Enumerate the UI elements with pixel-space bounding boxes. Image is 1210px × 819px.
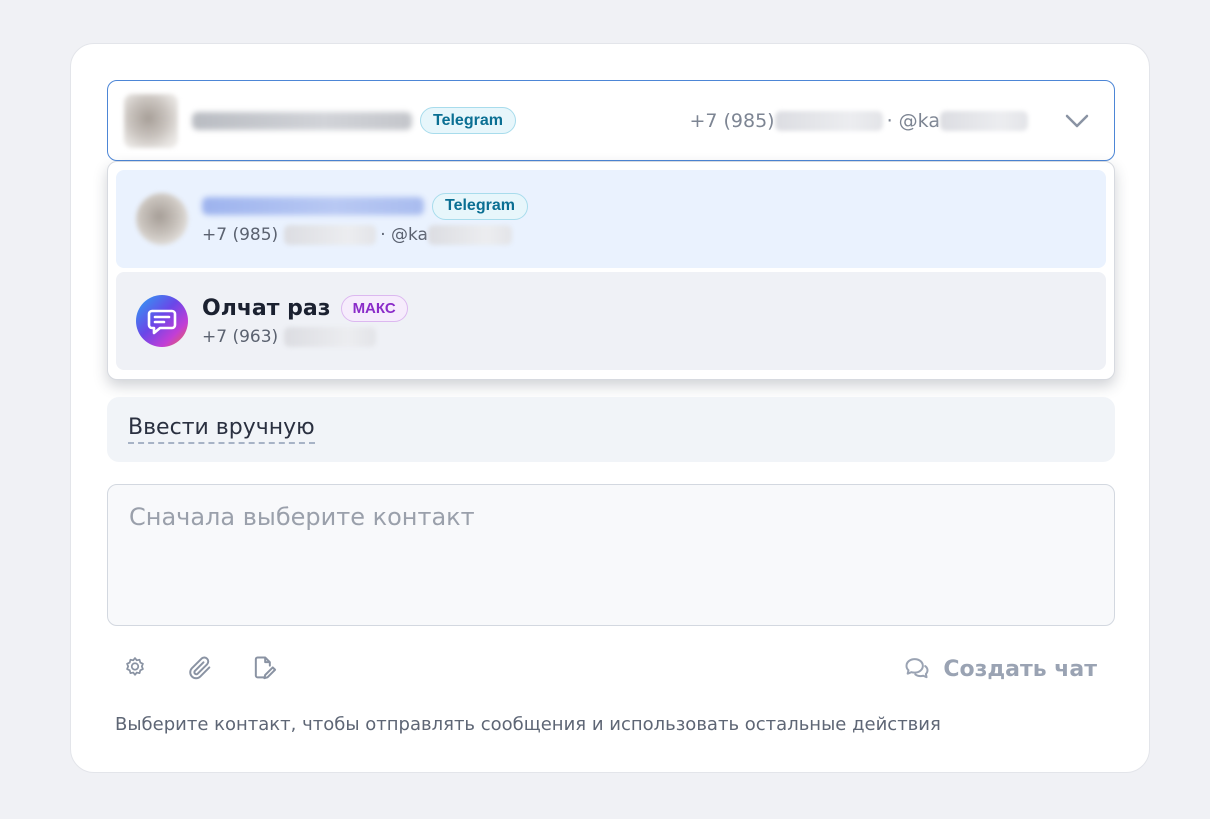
contact-phone: +7 (985) (689, 109, 775, 132)
paperclip-icon (189, 656, 211, 680)
edit-document-icon (254, 656, 277, 680)
contact-name-redacted (202, 197, 424, 215)
chat-bubble-icon (147, 309, 177, 335)
messenger-badge-max: МАКС (340, 294, 408, 322)
chat-bubbles-icon (905, 658, 929, 679)
max-messenger-icon (136, 295, 188, 347)
contact-select[interactable]: Telegram +7 (985) · @ka (107, 80, 1115, 161)
messenger-badge-telegram: Telegram (432, 192, 528, 220)
contact-phone: +7 (963) (202, 327, 279, 347)
contact-details: +7 (985) · @ka (689, 110, 1028, 132)
template-button[interactable] (248, 652, 280, 684)
gear-icon (126, 657, 144, 676)
contact-option[interactable]: Олчат раз МАКС +7 (963) (116, 272, 1106, 370)
contact-username: · @ka (380, 225, 428, 245)
contact-phone: +7 (985) (202, 225, 279, 245)
contact-dropdown: Telegram +7 (985) · @ka Олчат раз МАКС +… (107, 161, 1115, 380)
contact-avatar-blurred (124, 93, 178, 148)
create-chat-button[interactable]: Создать чат (903, 652, 1097, 686)
create-chat-card: Telegram +7 (985) · @ka Telegram +7 (985… (70, 43, 1150, 773)
phone-redacted (284, 225, 377, 245)
username-redacted (427, 225, 512, 245)
contact-option[interactable]: Telegram +7 (985) · @ka (116, 170, 1106, 268)
manual-entry-link[interactable]: Ввести вручную (128, 415, 315, 444)
settings-button[interactable] (119, 652, 151, 684)
message-input[interactable] (107, 484, 1115, 626)
contact-name: Олчат раз (202, 295, 331, 321)
phone-redacted (284, 327, 377, 347)
contact-avatar-blurred (136, 193, 188, 245)
contact-username: · @ka (886, 109, 940, 132)
messenger-badge-telegram: Telegram (420, 107, 516, 134)
hint-text: Выберите контакт, чтобы отправлять сообщ… (115, 714, 941, 735)
username-redacted (940, 110, 1028, 131)
create-chat-label: Создать чат (943, 656, 1097, 682)
manual-entry-panel: Ввести вручную (107, 397, 1115, 462)
chevron-down-icon[interactable] (1064, 108, 1090, 134)
phone-redacted (774, 110, 883, 131)
attach-button[interactable] (184, 652, 216, 684)
contact-name-redacted (192, 111, 412, 130)
